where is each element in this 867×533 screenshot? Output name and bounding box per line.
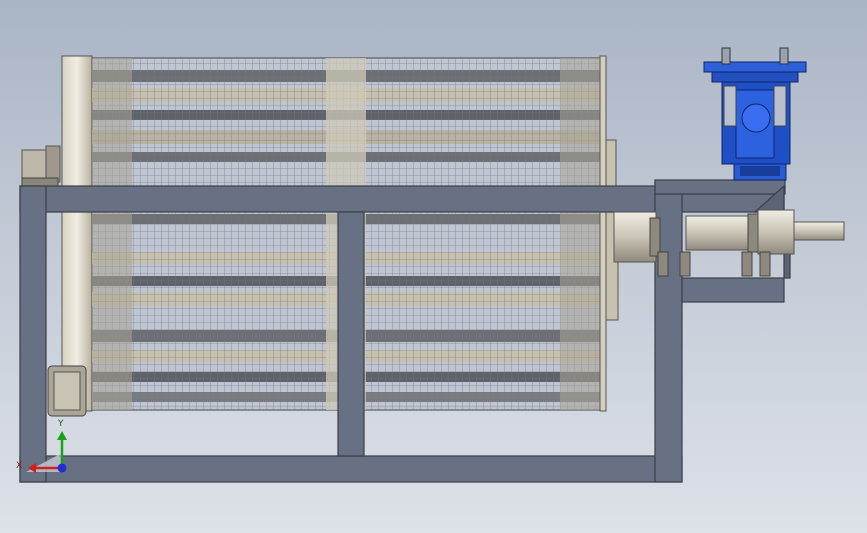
x-axis-label: X bbox=[16, 461, 22, 471]
drive-shaft bbox=[613, 209, 845, 277]
frame-left-post bbox=[19, 185, 47, 483]
frame-motor-plate bbox=[654, 179, 786, 195]
z-axis-dot bbox=[57, 463, 67, 473]
frame-middle-post bbox=[337, 211, 365, 457]
output-shaft bbox=[793, 221, 845, 241]
drum-rib-left bbox=[92, 58, 132, 410]
motor-top-flange bbox=[703, 61, 807, 73]
cad-viewport[interactable]: X Y bbox=[0, 0, 867, 533]
shaft-hub-right bbox=[757, 209, 795, 255]
drum-right-endplate bbox=[599, 55, 607, 412]
frame-bottom-beam bbox=[19, 455, 683, 483]
gear-motor bbox=[703, 47, 807, 181]
drum-left-endplate bbox=[61, 55, 93, 412]
shaft-coupling bbox=[685, 215, 753, 251]
drum-assembly bbox=[21, 55, 619, 417]
y-axis-label: Y bbox=[57, 419, 64, 429]
frame-shaft-bracket bbox=[681, 277, 785, 303]
motor-bolt-left bbox=[721, 47, 731, 65]
drum-rib-right bbox=[560, 58, 600, 410]
motor-bolt-right bbox=[779, 47, 789, 65]
